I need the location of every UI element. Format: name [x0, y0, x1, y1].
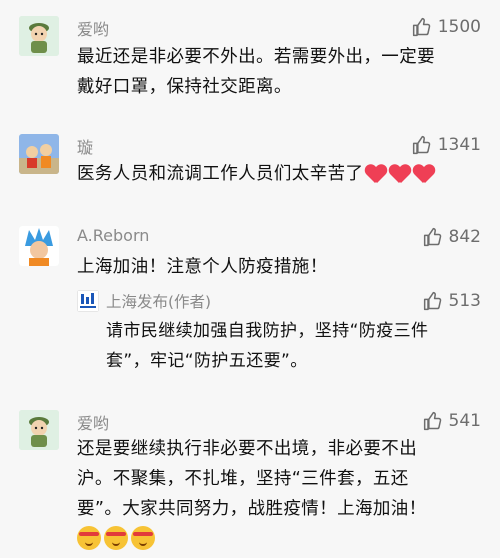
like-count: 1500 — [437, 17, 481, 37]
like-button[interactable]: 1341 — [412, 134, 481, 156]
cartoon-soldier-icon — [19, 16, 59, 56]
like-count: 513 — [448, 291, 481, 311]
comment-item: A.Reborn 842 上海加油！注意个人防疫措施！ 上海发布(作者) 513… — [0, 216, 500, 396]
like-button[interactable]: 842 — [423, 226, 481, 248]
anime-goku-avatar-icon — [19, 226, 59, 266]
like-count: 842 — [448, 227, 481, 247]
avatar-cartoon-soldier[interactable] — [19, 16, 59, 56]
fighting-face-icon — [77, 526, 101, 550]
comment-username[interactable]: 璇 — [77, 134, 93, 158]
like-count: 1341 — [437, 135, 481, 155]
fighting-face-icon — [131, 526, 155, 550]
kids-avatar-icon — [19, 134, 59, 174]
like-count: 541 — [448, 411, 481, 431]
comment-text-line: 还是要继续执行非必要不出境，非必要不出 — [77, 439, 418, 459]
like-button[interactable]: 1500 — [412, 16, 481, 38]
comment-username[interactable]: A.Reborn — [77, 226, 149, 245]
comment-text: 医务人员和流调工作人员们太辛苦了 — [77, 159, 482, 189]
comment-item: 爱哟 541 还是要继续执行非必要不出境，非必要不出 沪。不聚集，不扎堆，坚持“… — [0, 396, 500, 558]
comment-item: 璇 1341 医务人员和流调工作人员们太辛苦了 — [0, 126, 500, 214]
fighting-face-icon — [104, 526, 128, 550]
comment-item: 爱哟 1500 最近还是非必要不外出。若需要外出，一定要 戴好口罩，保持社交距离… — [0, 0, 500, 112]
reply-username[interactable]: 上海发布(作者) — [106, 290, 211, 312]
thumbs-up-icon — [412, 17, 430, 37]
avatar-cartoon-soldier[interactable] — [19, 410, 59, 450]
thumbs-up-icon — [423, 291, 441, 311]
reply-text: 请市民继续加强自我防护，坚持“防疫三件 套”，牢记“防护五还要”。 — [106, 316, 486, 376]
comment-text: 最近还是非必要不外出。若需要外出，一定要 戴好口罩，保持社交距离。 — [77, 42, 482, 102]
comment-text: 上海加油！注意个人防疫措施！ — [77, 257, 328, 277]
thumbs-up-icon — [423, 411, 441, 431]
cartoon-soldier-icon — [19, 410, 59, 450]
thumbs-up-icon — [423, 227, 441, 247]
heart-icon — [365, 164, 387, 184]
emoji-row — [77, 526, 155, 550]
comment-username[interactable]: 爱哟 — [77, 16, 109, 40]
shanghai-fabu-logo-icon — [77, 290, 99, 312]
heart-icon — [389, 164, 411, 184]
comment-username[interactable]: 爱哟 — [77, 410, 109, 434]
reply-text-line: 请市民继续加强自我防护，坚持“防疫三件 — [106, 321, 429, 341]
comment-text-line: 要”。大家共同努力，战胜疫情！上海加油！ — [77, 499, 427, 519]
comment-text-line: 戴好口罩，保持社交距离。 — [77, 77, 292, 97]
avatar-shanghai-fabu[interactable] — [77, 290, 99, 312]
comment-text-line: 医务人员和流调工作人员们太辛苦了 — [77, 164, 364, 184]
avatar-kids[interactable] — [19, 134, 59, 174]
heart-emoji-row — [365, 164, 435, 184]
like-button[interactable]: 541 — [423, 410, 481, 432]
avatar-anime[interactable] — [19, 226, 59, 266]
like-button[interactable]: 513 — [423, 290, 481, 312]
thumbs-up-icon — [412, 135, 430, 155]
comment-text-line: 沪。不聚集，不扎堆，坚持“三件套，五还 — [77, 469, 409, 489]
comment-text: 还是要继续执行非必要不出境，非必要不出 沪。不聚集，不扎堆，坚持“三件套，五还 … — [77, 434, 482, 524]
reply-text-line: 套”，牢记“防护五还要”。 — [106, 351, 308, 371]
heart-icon — [413, 164, 435, 184]
comment-text-line: 最近还是非必要不外出。若需要外出，一定要 — [77, 47, 435, 67]
